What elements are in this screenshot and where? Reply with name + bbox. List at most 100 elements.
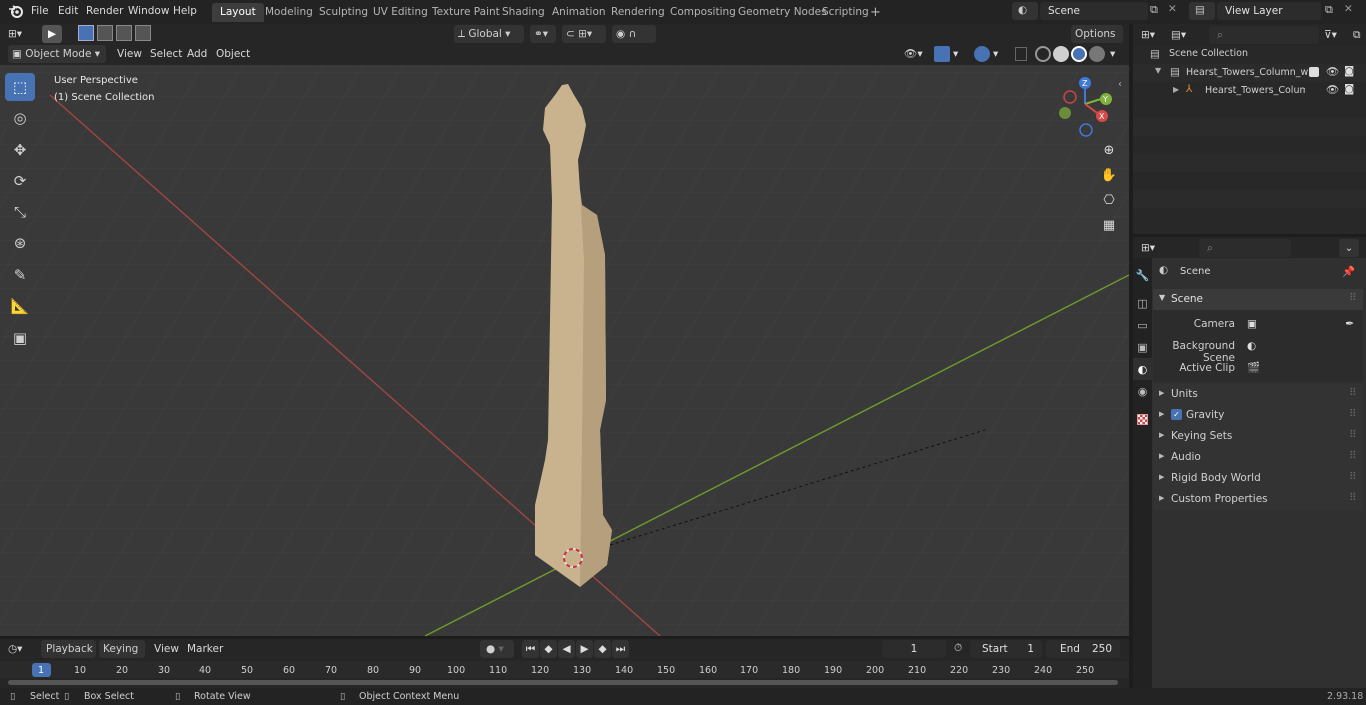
3d-viewport[interactable]: User Perspective (1) Scene Collection Z … xyxy=(0,65,1129,636)
rigid-body-world-section[interactable]: ▶ Rigid Body World ⠿ xyxy=(1153,468,1363,489)
playback-dropdown[interactable]: Playback ▾ xyxy=(41,640,96,673)
solid-shading-icon[interactable] xyxy=(1053,46,1069,62)
exclude-checkbox[interactable] xyxy=(1309,67,1319,77)
play-reverse-icon[interactable]: ◀ xyxy=(558,640,575,658)
eye-icon[interactable]: 👁 xyxy=(1326,65,1339,78)
select-new-icon[interactable] xyxy=(78,25,94,41)
tab-layout[interactable]: Layout xyxy=(212,3,264,22)
measure-icon[interactable]: 📐 xyxy=(5,292,35,320)
add-workspace-button[interactable]: + xyxy=(866,3,885,22)
scene-selector-icon[interactable]: ◐ xyxy=(1012,2,1038,20)
camera-view-icon[interactable]: ⎔ xyxy=(1099,193,1119,213)
keying-sets-section[interactable]: ▶ Keying Sets ⠿ xyxy=(1153,426,1363,447)
units-section[interactable]: ▶ Units ⠿ xyxy=(1153,384,1363,405)
properties-editor-type-icon[interactable]: ⊞▾ xyxy=(1141,239,1155,257)
end-frame-field[interactable]: End 250 xyxy=(1046,640,1120,658)
close-view-layer-icon[interactable]: ✕ xyxy=(1344,3,1356,15)
start-frame-field[interactable]: Start 1 xyxy=(970,640,1042,658)
gizmo-dropdown-icon[interactable]: ▾ xyxy=(953,45,958,63)
gravity-section[interactable]: ▶ ✓ Gravity ⠿ xyxy=(1153,405,1363,426)
menu-render[interactable]: Render xyxy=(86,0,123,22)
eye-icon[interactable]: 👁 xyxy=(1326,83,1339,96)
expand-arrow-icon[interactable]: ▼ xyxy=(1155,66,1161,75)
options-dropdown[interactable]: Options ▾ xyxy=(1071,25,1123,58)
cursor-icon[interactable]: ◎ xyxy=(5,104,35,132)
scale-icon[interactable]: ⤡ xyxy=(5,198,35,226)
pivot-point-icon[interactable]: ⚭▾ xyxy=(530,25,556,43)
snap-icon[interactable]: ⊂ ⊞▾ xyxy=(562,25,606,43)
drag-handle-icon[interactable]: ⠿ xyxy=(1349,450,1357,462)
timeline-editor-type-icon[interactable]: ◷▾ xyxy=(8,640,22,658)
gizmo-toggle-icon[interactable] xyxy=(934,46,950,62)
perspective-toggle-icon[interactable]: ▦ xyxy=(1099,218,1119,238)
menu-view[interactable]: View xyxy=(117,45,142,63)
add-cube-icon[interactable]: ▣ xyxy=(5,324,35,352)
world-tab-icon[interactable]: ◉ xyxy=(1133,380,1152,402)
menu-object[interactable]: Object xyxy=(216,45,250,63)
object-mode-dropdown[interactable]: ▣ Object Mode ▾ xyxy=(8,45,106,63)
render-tab-icon[interactable]: ◫ xyxy=(1133,292,1152,314)
shading-dropdown-icon[interactable]: ▾ xyxy=(1110,45,1115,63)
blender-logo-icon[interactable] xyxy=(8,3,24,19)
eyedropper-icon[interactable]: ✒ xyxy=(1345,315,1354,333)
new-view-layer-icon[interactable]: ⧉ xyxy=(1325,3,1339,17)
select-extend-icon[interactable] xyxy=(97,25,113,41)
move-icon[interactable]: ✥ xyxy=(5,136,35,164)
display-mode-icon[interactable]: ▤▾ xyxy=(1171,26,1186,44)
view-layer-selector-icon[interactable]: ▤ xyxy=(1189,2,1215,20)
menu-select[interactable]: Select xyxy=(150,45,182,63)
keying-dropdown[interactable]: Keying ▾ xyxy=(99,640,145,673)
select-invert-icon[interactable] xyxy=(135,25,151,41)
overlay-toggle-icon[interactable] xyxy=(974,46,990,62)
background-scene-field[interactable]: ◐ xyxy=(1243,337,1359,355)
gravity-checkbox[interactable]: ✓ xyxy=(1171,409,1182,420)
outliner-row-collection[interactable]: ▼ ▤ Hearst_Towers_Column_with_ 👁 ◙ xyxy=(1133,64,1366,82)
rendered-shading-icon[interactable] xyxy=(1089,46,1105,62)
active-clip-field[interactable]: 🎬 xyxy=(1243,359,1359,377)
audio-section[interactable]: ▶ Audio ⠿ xyxy=(1153,447,1363,468)
custom-properties-section[interactable]: ▶ Custom Properties ⠿ xyxy=(1153,489,1363,510)
view-layer-field[interactable]: View Layer xyxy=(1217,2,1321,20)
pin-icon[interactable]: 📌 xyxy=(1342,265,1355,278)
transform-icon[interactable]: ⊛ xyxy=(5,229,35,257)
new-scene-icon[interactable]: ⧉ xyxy=(1150,3,1164,17)
play-icon[interactable]: ▶ xyxy=(576,640,593,658)
pan-hand-icon[interactable]: ✋ xyxy=(1099,168,1119,188)
overlay-dropdown-icon[interactable]: ▾ xyxy=(993,45,998,63)
timer-icon[interactable]: ⏱ xyxy=(954,642,962,655)
annotate-icon[interactable]: ✎ xyxy=(5,261,35,289)
output-tab-icon[interactable]: ▭ xyxy=(1133,314,1152,336)
navigation-gizmo[interactable]: Z Y X xyxy=(1052,73,1122,139)
jump-end-icon[interactable]: ⏭ xyxy=(612,640,629,658)
scene-panel-header[interactable]: ▼ Scene ⠿ xyxy=(1153,289,1363,310)
camera-field[interactable]: ▣ ✒ xyxy=(1243,315,1359,333)
outliner-row-scene-collection[interactable]: ▤ Scene Collection xyxy=(1133,46,1366,64)
prev-keyframe-icon[interactable]: ◆ xyxy=(540,640,557,658)
outliner-editor-type-icon[interactable]: ⊞▾ xyxy=(1141,26,1155,44)
close-scene-icon[interactable]: ✕ xyxy=(1168,3,1180,17)
timeline-menu-view[interactable]: View xyxy=(154,640,179,658)
sidebar-toggle-icon[interactable]: ‹ xyxy=(1118,79,1122,90)
current-frame-field[interactable]: 1 xyxy=(882,640,946,658)
expand-arrow-icon[interactable]: ▶ xyxy=(1173,85,1179,94)
visibility-icon[interactable]: 👁▾ xyxy=(904,45,923,63)
rotate-icon[interactable]: ⟳ xyxy=(5,167,35,195)
menu-window[interactable]: Window xyxy=(128,0,169,22)
material-shading-icon[interactable] xyxy=(1071,46,1087,62)
drag-handle-icon[interactable]: ⠿ xyxy=(1349,492,1357,504)
properties-options-icon[interactable]: ⌄ xyxy=(1339,239,1359,257)
menu-edit[interactable]: Edit xyxy=(58,0,78,22)
drag-handle-icon[interactable]: ⠿ xyxy=(1349,292,1357,304)
jump-start-icon[interactable]: ⏮ xyxy=(522,640,539,658)
select-box-icon[interactable]: ⬚ xyxy=(5,73,35,101)
scene-name-field[interactable]: Scene xyxy=(1040,2,1148,20)
select-tool-icon[interactable]: ▶ xyxy=(42,25,62,43)
outliner-search-input[interactable]: ⌕ xyxy=(1209,26,1319,44)
tool-tab-icon[interactable]: 🔧 xyxy=(1133,264,1152,286)
wireframe-shading-icon[interactable] xyxy=(1035,46,1051,62)
drag-handle-icon[interactable]: ⠿ xyxy=(1349,471,1357,483)
drag-handle-icon[interactable]: ⠿ xyxy=(1349,408,1357,420)
editor-type-icon[interactable]: ⊞▾ xyxy=(8,25,36,43)
drag-handle-icon[interactable]: ⠿ xyxy=(1349,387,1357,399)
camera-render-icon[interactable]: ◙ xyxy=(1344,65,1354,77)
